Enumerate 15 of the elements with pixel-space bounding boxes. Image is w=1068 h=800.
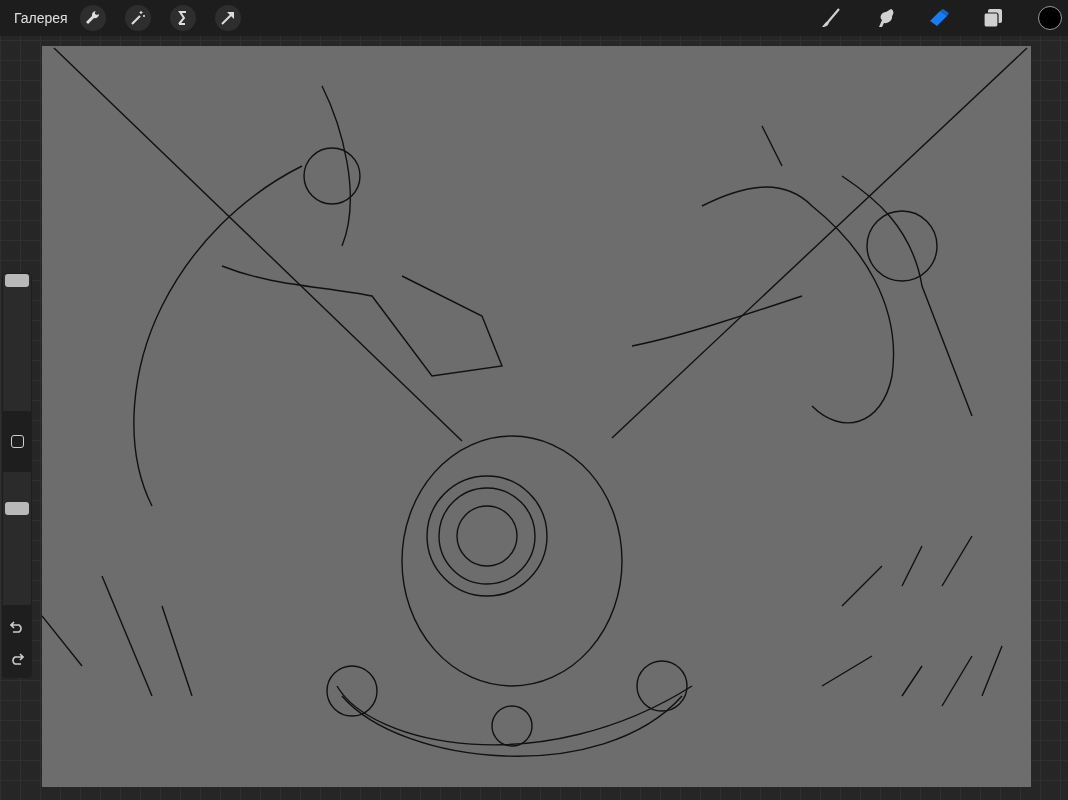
opacity-slider[interactable] <box>3 472 31 605</box>
gallery-button[interactable]: Галерея <box>8 10 76 26</box>
slider-thumb[interactable] <box>5 274 29 287</box>
brush-icon <box>819 6 843 30</box>
slider-thumb[interactable] <box>5 502 29 515</box>
selection-button[interactable] <box>169 5 196 31</box>
layers-icon <box>981 6 1005 30</box>
square-icon <box>10 434 24 448</box>
wand-button[interactable] <box>124 5 151 31</box>
brush-size-slider[interactable] <box>3 274 31 411</box>
redo-icon <box>10 653 24 665</box>
wrench-button[interactable] <box>79 5 106 31</box>
transform-button[interactable] <box>214 5 241 31</box>
color-swatch[interactable] <box>1038 6 1062 30</box>
undo-icon <box>10 621 24 633</box>
